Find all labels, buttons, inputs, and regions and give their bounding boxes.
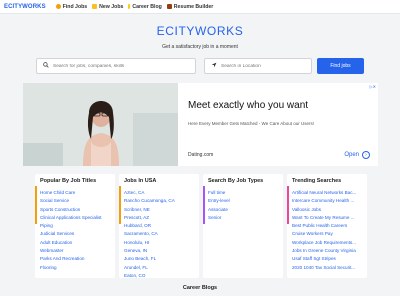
list-item[interactable]: Adult Education — [40, 239, 102, 247]
list-item[interactable]: Eaton, CO — [124, 272, 175, 280]
nav-resume-builder[interactable]: Resume Builder — [166, 3, 214, 10]
search-icon — [43, 62, 49, 70]
list-item[interactable]: Social Service — [40, 197, 102, 205]
list-item[interactable]: Jobs In Greene County Virginia — [292, 247, 356, 255]
advertisement-banner[interactable]: ▷✕ Meet exactly who you want Here Every … — [23, 83, 378, 166]
list-item[interactable]: Judicial Services — [40, 230, 102, 238]
location-search-input[interactable] — [221, 63, 311, 69]
list-item[interactable]: 2020 1040 Tax Social Securit... — [292, 264, 356, 272]
ad-headline: Meet exactly who you want — [188, 100, 309, 111]
list-item[interactable]: Arundel, FL — [124, 264, 175, 272]
list-item[interactable]: Scribner, NE — [124, 206, 175, 214]
column-job-titles: Popular By Job Titles Home Child Care So… — [35, 174, 115, 278]
column-accent-bar — [203, 186, 205, 224]
nav-new-jobs-label: New Jobs — [99, 3, 124, 10]
list-item[interactable]: Cruise Workers Pay — [292, 230, 356, 238]
list-item[interactable]: Hubbard, OR — [124, 222, 175, 230]
nav-career-blog[interactable]: Career Blog — [128, 3, 162, 10]
briefcase-icon — [166, 4, 172, 9]
pencil-icon — [128, 4, 131, 9]
list-item[interactable]: Honolulu, HI — [124, 239, 175, 247]
column-jobs-in-usa: Jobs In USA Aztec, CA Rancho Cucamonga, … — [119, 174, 199, 278]
list-item[interactable]: Piping — [40, 222, 102, 230]
location-search-field[interactable] — [204, 58, 312, 74]
brand-title: ECITYWORKS — [156, 24, 244, 38]
list-item[interactable]: Full time — [208, 189, 230, 197]
job-search-field[interactable] — [36, 58, 196, 74]
ad-info-icon[interactable]: ▷✕ — [370, 84, 376, 89]
ad-domain: Dating.com — [188, 152, 214, 158]
list-item[interactable]: Artificial Neural Networks Bac... — [292, 189, 356, 197]
sparkle-icon — [92, 4, 98, 9]
top-navbar: ECITYWORKS Find Jobs New Jobs Career Blo… — [0, 0, 400, 14]
list-item[interactable]: Associate — [208, 206, 230, 214]
nav-find-jobs[interactable]: Find Jobs — [55, 3, 88, 10]
ad-photo — [23, 83, 178, 166]
list-item[interactable]: Valloosic Jobs — [292, 206, 356, 214]
list-item[interactable]: Parks And Recreation — [40, 255, 102, 263]
list-item[interactable]: Webmaster — [40, 247, 102, 255]
nav-career-blog-label: Career Blog — [132, 3, 162, 10]
list-item[interactable]: Geneva, IN — [124, 247, 175, 255]
tagline: Get a satisfactory job in a moment — [162, 44, 238, 50]
list-item[interactable]: Workplace Job Requirements... — [292, 239, 356, 247]
search-icon — [55, 4, 61, 9]
search-bar: Find jobs — [36, 58, 364, 74]
nav-resume-builder-label: Resume Builder — [173, 3, 214, 10]
column-accent-bar — [35, 186, 37, 224]
list-item[interactable]: Sports Construction — [40, 206, 102, 214]
location-arrow-icon — [211, 62, 217, 70]
list-item[interactable]: Clinical Applications Specialist — [40, 214, 102, 222]
column-title: Search By Job Types — [208, 178, 264, 184]
list-item[interactable]: Aztec, CA — [124, 189, 175, 197]
list-item[interactable]: Entry-level — [208, 197, 230, 205]
ad-open-button[interactable]: Open › — [344, 151, 370, 159]
nav-find-jobs-label: Find Jobs — [62, 3, 88, 10]
column-title: Popular By Job Titles — [40, 178, 97, 184]
list-item[interactable]: Prescott, AZ — [124, 214, 175, 222]
nav-new-jobs[interactable]: New Jobs — [92, 4, 123, 10]
list-item[interactable]: Rancho Cucamonga, CA — [124, 197, 175, 205]
list-item[interactable]: Flooring — [40, 264, 102, 272]
list-item[interactable]: Sacramento, CA — [124, 230, 175, 238]
ad-subtext: Here Every Member Gets Matched - We Care… — [188, 121, 314, 126]
list-item[interactable]: Home Child Care — [40, 189, 102, 197]
list-item[interactable]: Best Public Health Careers — [292, 222, 356, 230]
list-item[interactable]: Usaf Staff Sgt Stripes — [292, 255, 356, 263]
list-item[interactable]: Juno Beach, FL — [124, 255, 175, 263]
column-trending-searches: Trending Searches Artificial Neural Netw… — [287, 174, 367, 278]
job-search-input[interactable] — [53, 63, 195, 69]
list-item[interactable]: Senior — [208, 214, 230, 222]
chevron-right-icon: › — [362, 151, 370, 159]
column-job-types: Search By Job Types Full time Entry-leve… — [203, 174, 283, 278]
column-accent-bar — [119, 186, 121, 224]
list-item[interactable]: Intercare Community Health ... — [292, 197, 356, 205]
link-columns: Popular By Job Titles Home Child Care So… — [35, 174, 367, 278]
find-jobs-button[interactable]: Find jobs — [317, 58, 364, 74]
list-item[interactable]: Want To Create My Resume ... — [292, 214, 356, 222]
column-title: Jobs In USA — [124, 178, 157, 184]
column-title: Trending Searches — [292, 178, 342, 184]
ad-open-label: Open — [344, 152, 359, 158]
column-accent-bar — [287, 186, 289, 224]
site-logo[interactable]: ECITYWORKS — [4, 4, 46, 10]
career-blogs-heading: Career Blogs — [182, 285, 218, 291]
